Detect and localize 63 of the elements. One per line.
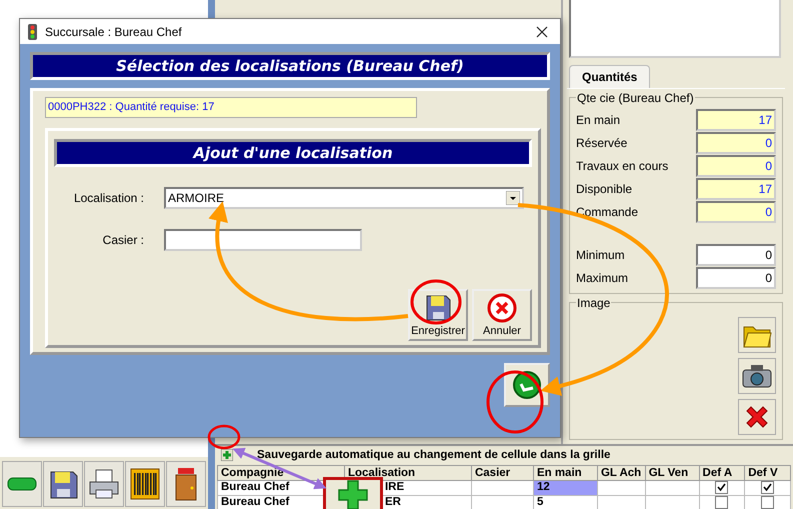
- column-header[interactable]: GL Ven: [645, 466, 700, 480]
- delete-image-button[interactable]: [738, 399, 776, 435]
- dropdown-arrow-icon[interactable]: [506, 191, 520, 205]
- quantity-field[interactable]: 0: [696, 244, 776, 266]
- traffic-light-icon: [28, 24, 37, 40]
- quantities-tab[interactable]: Quantités: [569, 65, 650, 88]
- field-label: Réservée: [576, 136, 628, 150]
- checkbox[interactable]: [715, 496, 728, 509]
- bin-input-field[interactable]: [164, 229, 362, 251]
- floppy-icon: [424, 293, 452, 323]
- field-label: Travaux en cours: [576, 158, 668, 172]
- save-button[interactable]: Enregistrer: [408, 289, 468, 341]
- section-header: Ajout d'une localisation: [54, 139, 532, 167]
- minus-icon: [7, 477, 37, 491]
- exit-button[interactable]: [166, 461, 206, 507]
- open-image-button[interactable]: [738, 317, 776, 353]
- door-icon: [173, 467, 199, 501]
- remove-button[interactable]: [2, 461, 42, 507]
- column-header[interactable]: Casier: [471, 466, 534, 480]
- dialog-header: Sélection des localisations (Bureau Chef): [30, 52, 550, 80]
- highlight-circle: [486, 370, 544, 434]
- barcode-icon: [130, 468, 160, 500]
- camera-icon: [741, 363, 773, 389]
- autosave-label: Sauvegarde automatique au changement de cellule dans la grille: [257, 449, 610, 461]
- cancel-button[interactable]: Annuler: [472, 289, 532, 341]
- print-button[interactable]: [84, 461, 124, 507]
- field-label: Maximum: [576, 270, 628, 284]
- quantity-field: 0: [696, 200, 776, 222]
- column-header[interactable]: Localisation: [344, 466, 472, 480]
- highlight-circle: [208, 424, 240, 450]
- add-icon: [337, 479, 369, 509]
- location-dropdown[interactable]: ARMOIRE: [164, 187, 524, 209]
- group-title: Image: [576, 296, 612, 310]
- quantity-field: 0: [696, 132, 776, 154]
- checkbox[interactable]: [761, 481, 774, 494]
- column-header[interactable]: Compagnie: [218, 466, 344, 480]
- quantity-field: 17: [696, 108, 776, 130]
- save-tool-button[interactable]: [43, 461, 83, 507]
- group-title: Qte cie (Bureau Chef): [576, 91, 695, 105]
- column-header[interactable]: Def A: [699, 466, 745, 480]
- field-label: Casier :: [102, 233, 144, 247]
- checkbox[interactable]: [715, 481, 728, 494]
- printer-icon: [88, 468, 120, 500]
- column-header[interactable]: Def V: [744, 466, 790, 480]
- table-cell: 12: [533, 480, 598, 496]
- column-header[interactable]: En main: [533, 466, 598, 480]
- field-label: Localisation :: [72, 191, 144, 205]
- info-field: 0000PH322 : Quantité requise: 17: [45, 97, 417, 118]
- quantity-field: 17: [696, 178, 776, 200]
- barcode-button[interactable]: [125, 461, 165, 507]
- checkbox[interactable]: [761, 496, 774, 509]
- column-header[interactable]: GL Ach: [597, 466, 646, 480]
- field-label: En main: [576, 112, 620, 126]
- close-icon[interactable]: [536, 26, 548, 38]
- camera-button[interactable]: [738, 358, 776, 394]
- quantity-field[interactable]: 0: [696, 266, 776, 288]
- field-label: Minimum: [576, 248, 625, 262]
- add-icon[interactable]: [221, 449, 233, 461]
- highlight-circle: [410, 280, 462, 324]
- cancel-icon: [487, 293, 517, 323]
- window-title: Succursale : Bureau Chef: [45, 24, 183, 38]
- field-label: Disponible: [576, 182, 632, 196]
- quantity-field: 0: [696, 154, 776, 176]
